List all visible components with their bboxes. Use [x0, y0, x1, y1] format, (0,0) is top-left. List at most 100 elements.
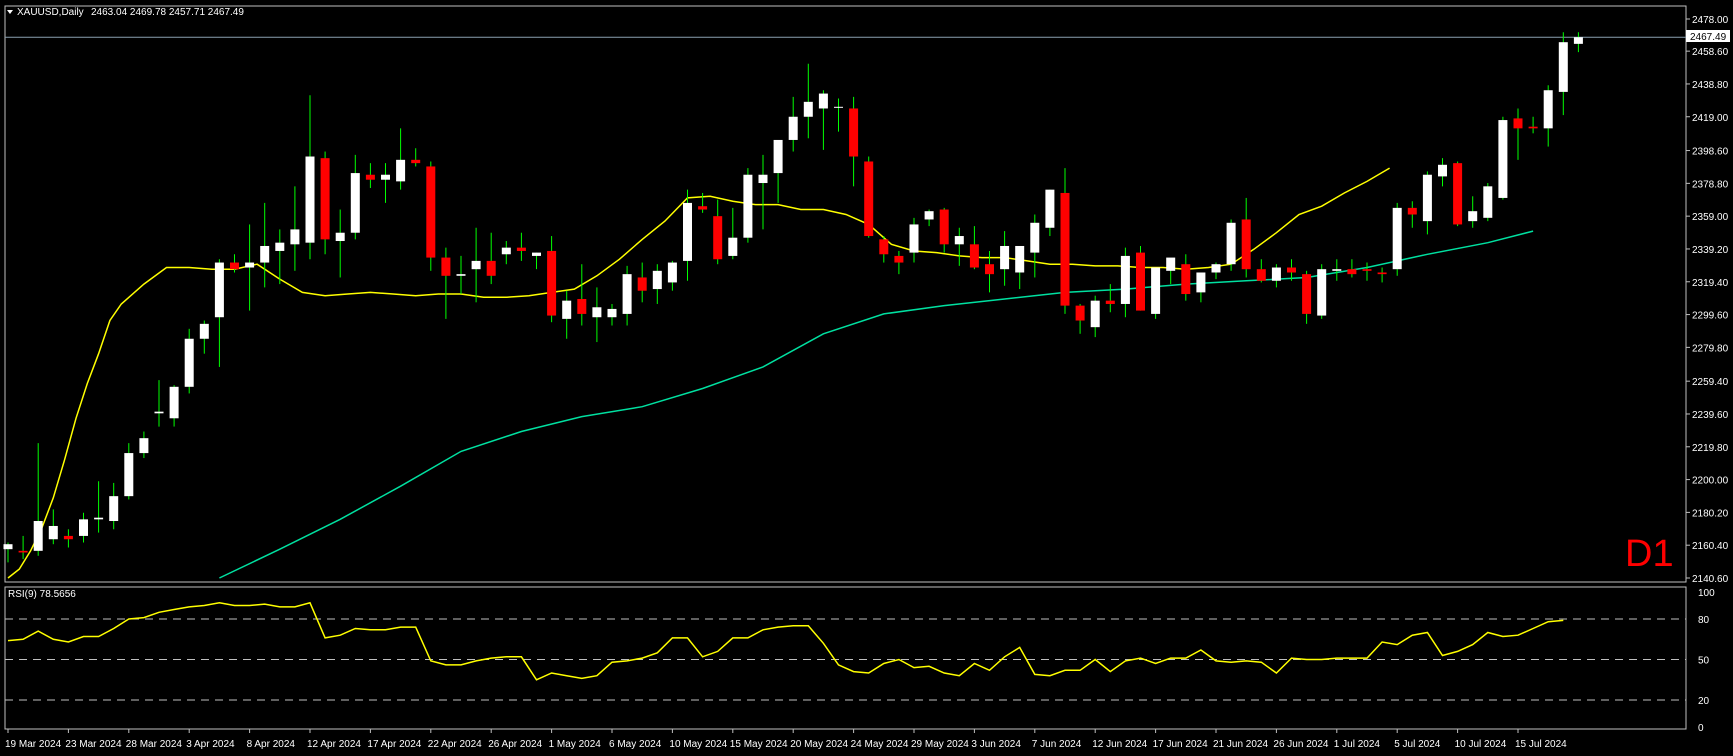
chart-header: XAUUSD,Daily 2463.04 2469.78 2457.71 246… [7, 7, 244, 18]
bull-candle-body [260, 245, 270, 263]
price-tick-label: 2319.40 [1692, 278, 1729, 289]
price-tick-label: 2478.00 [1692, 15, 1729, 26]
candle [743, 168, 753, 243]
candle [864, 156, 874, 238]
bull-candle-body [818, 93, 828, 109]
time-tick-label: 20 May 2024 [790, 739, 848, 750]
bear-candle-body [1136, 252, 1145, 311]
time-tick-label: 24 May 2024 [851, 739, 909, 750]
rsi-tick-label: 100 [1698, 588, 1715, 599]
bull-candle-body [109, 496, 119, 522]
bear-candle-body [713, 216, 723, 260]
current-price-label: 2467.49 [1690, 32, 1727, 43]
candle [1498, 116, 1508, 200]
bear-candle-body [1407, 207, 1417, 215]
time-tick-label: 5 Jul 2024 [1394, 739, 1441, 750]
bull-candle-body [214, 262, 224, 318]
bear-candle-body [969, 244, 979, 268]
bull-candle-body [1151, 267, 1161, 314]
price-tick-label: 2438.80 [1692, 80, 1729, 91]
candle [320, 151, 330, 255]
time-tick-label: 1 Jul 2024 [1334, 739, 1381, 750]
time-tick-label: 10 Jul 2024 [1455, 739, 1507, 750]
rsi-tick-label: 0 [1698, 723, 1704, 734]
candle [1453, 161, 1463, 227]
bull-candle-body [154, 411, 164, 414]
bull-candle-body [652, 270, 662, 290]
time-tick-label: 8 Apr 2024 [247, 739, 296, 750]
bear-candle-body [879, 239, 889, 255]
bear-candle-body [1513, 118, 1523, 129]
bull-candle-body [139, 438, 149, 454]
bull-candle-body [1317, 269, 1327, 316]
bear-candle-body [1105, 300, 1115, 304]
time-tick-label: 23 Mar 2024 [65, 739, 122, 750]
bull-candle-body [381, 174, 390, 180]
bull-candle-body [1045, 189, 1055, 228]
bear-candle-body [230, 262, 239, 270]
rsi-tick-label: 20 [1698, 696, 1710, 707]
bull-candle-body [33, 521, 43, 551]
bull-candle-body [396, 159, 406, 182]
bull-candle-body [728, 237, 738, 256]
bear-candle-body [1528, 126, 1538, 129]
bull-candle-body [562, 300, 572, 319]
bear-candle-body [63, 535, 73, 540]
bull-candle-body [275, 242, 285, 251]
bear-candle-body [1060, 192, 1070, 306]
price-tick-label: 2339.20 [1692, 245, 1729, 256]
bull-candle-body [622, 274, 632, 314]
bear-candle-body [441, 257, 451, 276]
bull-candle-body [456, 274, 466, 276]
bear-candle-body [1256, 269, 1266, 281]
bull-candle-body [1558, 42, 1568, 92]
bear-candle-body [637, 277, 647, 291]
bull-candle-body [1196, 272, 1206, 293]
time-tick-label: 26 Jun 2024 [1273, 739, 1328, 750]
ohlc-values: 2463.04 2469.78 2457.71 2467.49 [91, 7, 244, 18]
time-tick-label: 17 Apr 2024 [367, 739, 421, 750]
bull-candle-body [1332, 269, 1342, 271]
price-tick-label: 2200.00 [1692, 476, 1729, 487]
bull-candle-body [3, 544, 13, 550]
current-price-marker: 2467.49 [1686, 30, 1730, 43]
bull-candle-body [909, 224, 919, 253]
bull-candle-body [743, 174, 753, 238]
bull-candle-body [501, 247, 511, 255]
bull-candle-body [1166, 257, 1176, 271]
bull-candle-body [1438, 164, 1447, 177]
time-tick-label: 22 Apr 2024 [428, 739, 482, 750]
price-tick-label: 2458.60 [1692, 47, 1729, 58]
time-tick-label: 12 Apr 2024 [307, 739, 361, 750]
bull-candle-body [169, 386, 179, 419]
time-tick-label: 29 May 2024 [911, 739, 969, 750]
bull-candle-body [199, 323, 209, 339]
bull-candle-body [1468, 211, 1478, 222]
bear-candle-body [365, 174, 375, 180]
bull-candle-body [758, 174, 768, 184]
candle [1317, 264, 1327, 319]
bear-candle-body [1302, 274, 1312, 314]
candle [1483, 183, 1493, 222]
bull-candle-body [1543, 90, 1553, 129]
time-tick-label: 19 Mar 2024 [5, 739, 62, 750]
bull-candle-body [532, 252, 541, 256]
time-tick-label: 15 Jul 2024 [1515, 739, 1567, 750]
candle [1151, 267, 1161, 319]
bull-candle-body [607, 308, 617, 318]
bear-candle-body [1362, 269, 1372, 271]
candle [1226, 219, 1236, 271]
bear-candle-body [1453, 163, 1463, 225]
bull-candle-body [1015, 245, 1025, 273]
price-chart[interactable]: 2478.00 2458.60 2438.80 2419.00 2398.60 2378.… [0, 0, 1733, 756]
bull-candle-body [1422, 174, 1432, 222]
time-tick-label: 26 Apr 2024 [488, 739, 542, 750]
price-tick-label: 2239.60 [1692, 410, 1729, 421]
symbol-title: XAUUSD,Daily [17, 7, 84, 18]
bull-candle-body [1573, 37, 1583, 44]
bull-candle-body [471, 260, 481, 270]
candle [1136, 245, 1145, 311]
price-tick-label: 2398.60 [1692, 147, 1729, 158]
bull-candle-body [667, 262, 677, 283]
time-tick-label: 15 May 2024 [730, 739, 788, 750]
